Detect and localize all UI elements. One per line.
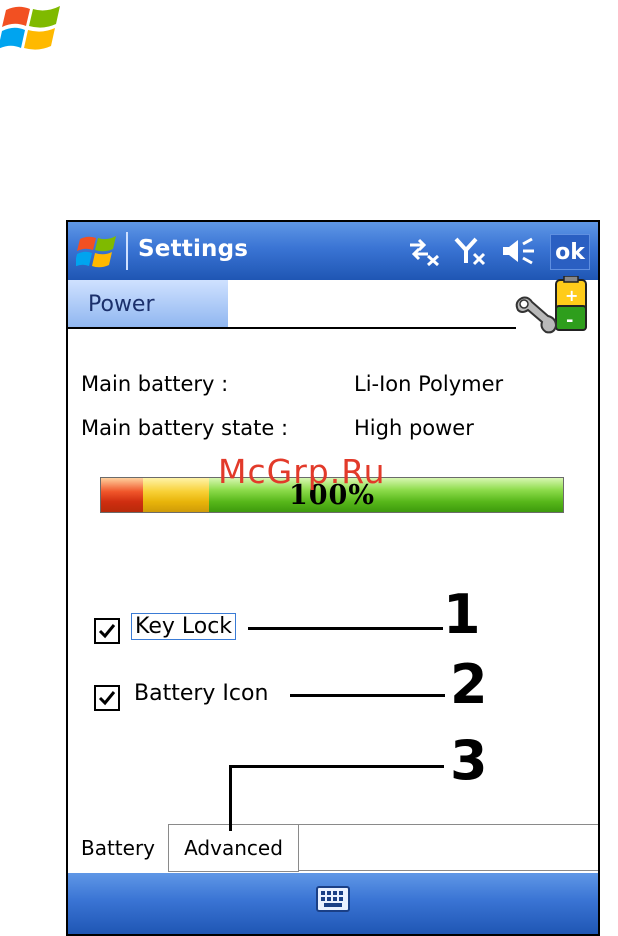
connectivity-icon[interactable] bbox=[406, 236, 442, 266]
battery-state-value: High power bbox=[354, 416, 474, 440]
battery-icon-checkbox[interactable] bbox=[94, 685, 120, 711]
title-separator bbox=[126, 232, 128, 270]
battery-state-label: Main battery state : bbox=[81, 416, 289, 440]
svg-text:+: + bbox=[565, 286, 578, 305]
main-battery-value: Li-Ion Polymer bbox=[354, 372, 504, 396]
start-button[interactable] bbox=[74, 231, 120, 273]
windows-flag-icon bbox=[0, 0, 66, 56]
callout-line-1 bbox=[248, 627, 443, 630]
signal-off-icon[interactable] bbox=[454, 236, 488, 266]
key-lock-checkbox[interactable] bbox=[94, 618, 120, 644]
callout-line-2 bbox=[290, 694, 445, 697]
ok-button[interactable]: ok bbox=[550, 234, 590, 270]
svg-text:-: - bbox=[566, 310, 573, 331]
tab-advanced[interactable]: Advanced bbox=[169, 824, 299, 872]
callout-line-3-horizontal bbox=[229, 765, 444, 768]
windows-flag-icon bbox=[74, 236, 116, 268]
checkmark-icon bbox=[98, 691, 116, 706]
header-divider bbox=[68, 327, 516, 329]
keyboard-icon[interactable] bbox=[316, 886, 350, 912]
main-battery-label: Main battery : bbox=[81, 372, 229, 396]
key-lock-label[interactable]: Key Lock bbox=[131, 613, 237, 640]
callout-number-1: 1 bbox=[443, 583, 481, 646]
device-screen: Settings ok Power + - Main battery : Li-… bbox=[66, 220, 600, 936]
watermark: McGrp.Ru bbox=[218, 452, 386, 491]
volume-icon[interactable] bbox=[500, 236, 540, 266]
callout-number-3: 3 bbox=[450, 729, 488, 792]
battery-icon-label[interactable]: Battery Icon bbox=[134, 681, 268, 706]
title-bar: Settings ok bbox=[68, 222, 598, 280]
tab-battery[interactable]: Battery bbox=[68, 824, 169, 872]
battery-wrench-icon: + - bbox=[515, 276, 587, 334]
tabs-bottom-border bbox=[299, 870, 598, 871]
page-title: Power bbox=[88, 292, 155, 317]
checkmark-icon bbox=[98, 624, 116, 639]
callout-line-3-vertical bbox=[229, 765, 232, 831]
app-title: Settings bbox=[138, 236, 249, 262]
callout-number-2: 2 bbox=[450, 653, 488, 716]
